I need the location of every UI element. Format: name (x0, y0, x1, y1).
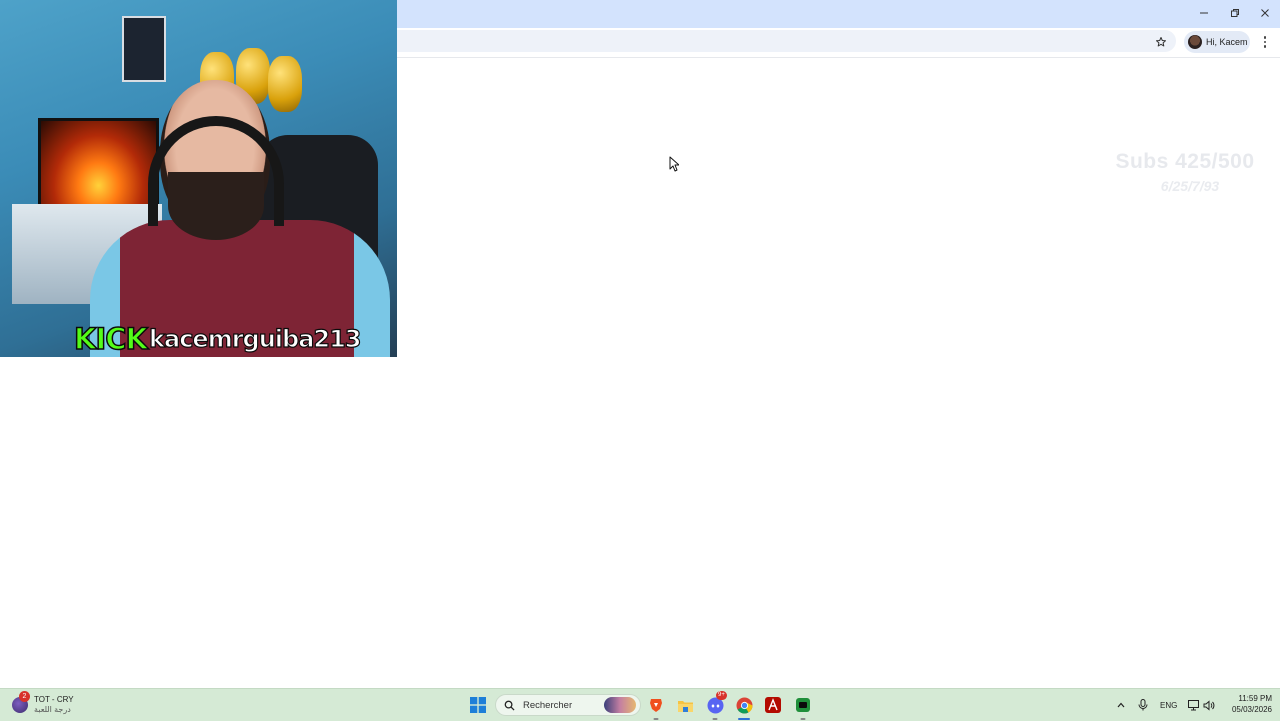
restore-icon (1230, 9, 1239, 17)
brave-icon (650, 699, 662, 712)
profile-button[interactable]: Hi, Kacem (1184, 31, 1250, 53)
kick-username: kacemrguiba213 (148, 324, 362, 353)
close-icon (1260, 9, 1269, 17)
microphone-button[interactable] (1133, 695, 1153, 715)
minimize-icon (1199, 12, 1208, 14)
profile-label: Hi, Kacem (1206, 37, 1248, 47)
sub-goal-subtext: 6/25/7/93 (1160, 178, 1220, 194)
close-button[interactable] (1249, 0, 1280, 26)
game-icon: 2 (12, 691, 30, 713)
windows-start-icon (470, 697, 486, 713)
search-placeholder: Rechercher (523, 699, 573, 711)
taskbar-clock[interactable]: 11:59 PM 05/03/2026 (1222, 693, 1272, 715)
volume-icon (1203, 699, 1215, 711)
sub-goal-text: Subs 425/500 (1115, 150, 1255, 173)
minimize-button[interactable] (1188, 0, 1219, 26)
chevron-up-icon (1117, 702, 1125, 708)
notification-badge: 2 (19, 691, 30, 702)
taskbar-game-widget[interactable]: 2 TOT - CRY درجة اللعبة (12, 691, 74, 718)
clock-time: 11:59 PM (1238, 694, 1272, 703)
discord-button[interactable]: 9+ (705, 691, 727, 720)
language-indicator[interactable]: ENG (1160, 689, 1177, 721)
mouse-cursor-icon (669, 156, 679, 172)
chrome-button[interactable] (734, 695, 754, 720)
kick-app-icon (796, 698, 810, 712)
bookmark-button[interactable] (1151, 32, 1171, 52)
taskbar: 2 TOT - CRY درجة اللعبة Rechercher 9+ EN… (0, 688, 1280, 721)
browser-menu-button[interactable] (1257, 32, 1273, 52)
language-label: ENG (1160, 700, 1178, 710)
wall-poster (122, 16, 166, 82)
microphone-icon (1138, 699, 1148, 711)
kick-logo: KICK (73, 321, 149, 357)
webcam-overlay: KICK kacemrguiba213 (0, 0, 397, 357)
game-title: TOT - CRY (34, 695, 74, 704)
taskbar-search[interactable]: Rechercher (495, 694, 641, 716)
avatar (1188, 35, 1202, 49)
volume-button[interactable] (1199, 695, 1219, 715)
file-explorer-icon (677, 700, 693, 712)
more-vert-icon (1263, 36, 1267, 48)
discord-badge: 9+ (716, 691, 727, 700)
show-hidden-icons-button[interactable] (1111, 695, 1131, 715)
star-icon (1156, 37, 1166, 47)
search-icon (504, 700, 515, 711)
kick-banner: KICK kacemrguiba213 (73, 321, 362, 357)
restore-button[interactable] (1219, 0, 1250, 26)
brave-button[interactable] (646, 695, 666, 720)
game-subtitle: درجة اللعبة (34, 705, 71, 714)
streamer (90, 80, 390, 357)
start-button[interactable] (468, 695, 488, 715)
clock-date: 05/03/2026 (1231, 705, 1272, 714)
acrobat-icon (765, 697, 781, 713)
kick-app-button[interactable] (793, 695, 813, 720)
search-highlight-image (604, 697, 636, 713)
file-explorer-button[interactable] (675, 695, 695, 715)
acrobat-button[interactable] (763, 695, 783, 715)
chrome-icon (736, 697, 752, 713)
